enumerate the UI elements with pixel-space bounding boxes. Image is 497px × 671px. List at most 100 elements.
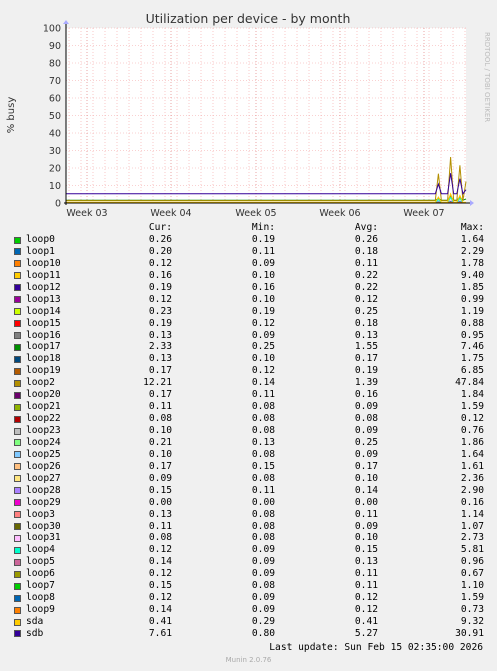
legend-min-value: 0.10 [251,269,275,281]
legend-swatch [14,260,21,268]
y-axis-label: % busy [6,97,17,134]
rrdtool-credit: RRDTOOL / TOBI OETIKER [483,32,491,122]
y-tick-label: 60 [49,94,61,105]
legend-avg-value: 0.25 [354,305,378,317]
legend-series-name: loop15 [26,317,61,329]
legend-max-value: 1.78 [460,257,484,269]
legend-cur-value: 0.11 [148,520,172,532]
munin-version: Munin 2.0.76 [225,656,272,664]
legend-series-name: loop17 [26,341,61,353]
legend-min-value: 0.09 [251,257,275,269]
legend-swatch [14,487,21,495]
legend-cur-value: 7.61 [148,627,172,639]
legend-cur-value: 12.21 [143,377,172,389]
legend-row: loop18 0.13 0.10 0.17 1.75 [0,353,497,365]
legend-avg-value: 0.15 [354,544,378,556]
legend-series-name: loop11 [26,269,61,281]
legend-series-name: loop31 [26,532,61,544]
legend-avg-value: 0.17 [354,353,378,365]
legend-row: loop26 0.17 0.15 0.17 1.61 [0,461,497,473]
chart-title: Utilization per device - by month [146,11,351,26]
legend-min-value: 0.19 [251,234,275,245]
legend-row: loop24 0.21 0.13 0.25 1.86 [0,437,497,449]
legend-row: loop20 0.17 0.11 0.16 1.84 [0,389,497,401]
legend-cur-value: 0.09 [148,472,172,484]
legend-avg-value: 0.10 [354,532,378,544]
legend-min-value: 0.00 [251,496,275,508]
legend-min-value: 0.11 [251,389,275,401]
legend-row: loop19 0.17 0.12 0.19 6.85 [0,365,497,377]
legend-swatch [14,570,21,578]
legend-cur-value: 0.13 [148,353,172,365]
legend-row: loop25 0.10 0.08 0.09 1.64 [0,449,497,461]
legend-avg-value: 0.25 [354,436,378,448]
legend-cur-value: 0.10 [148,448,172,460]
legend-row: loop29 0.00 0.00 0.00 0.16 [0,497,497,509]
legend-series-name: loop10 [26,257,61,269]
legend-max-value: 1.86 [460,436,484,448]
legend-min-value: 0.12 [251,365,275,377]
legend-swatch [14,451,21,459]
legend-swatch [14,248,21,256]
legend-row: loop11 0.16 0.10 0.22 9.40 [0,270,497,282]
legend-cur-value: 0.17 [148,389,172,401]
legend-row: loop15 0.19 0.12 0.18 0.88 [0,318,497,330]
legend-avg-value: 0.11 [354,580,378,592]
legend-avg-value: 0.19 [354,365,378,377]
legend-min-value: 0.08 [251,580,275,592]
legend-max-value: 2.36 [460,472,484,484]
y-tick-label: 100 [43,24,61,35]
legend-avg-value: 0.22 [354,269,378,281]
legend-min-value: 0.08 [251,448,275,460]
legend-cur-value: 0.12 [148,568,172,580]
legend-swatch [14,630,21,638]
legend-max-value: 2.73 [460,532,484,544]
legend-min-value: 0.11 [251,484,275,496]
legend-max-value: 0.88 [460,317,484,329]
legend-min-value: 0.10 [251,293,275,305]
legend-cur-value: 0.19 [148,317,172,329]
legend-row: loop30 0.11 0.08 0.09 1.07 [0,521,497,533]
legend-series-name: loop8 [26,592,55,604]
legend-swatch [14,499,21,507]
legend-avg-value: 0.12 [354,592,378,604]
legend-row: loop1 0.20 0.11 0.18 2.29 [0,246,497,258]
legend-min-value: 0.10 [251,353,275,365]
legend-row: loop23 0.10 0.08 0.09 0.76 [0,425,497,437]
legend-avg-value: 0.41 [354,616,378,627]
legend-max-value: 1.64 [460,448,484,460]
legend-swatch [14,582,21,590]
x-tick-label: Week 05 [235,208,276,219]
legend-cur-value: 0.08 [148,413,172,425]
legend-avg-value: 0.13 [354,329,378,341]
x-tick-label: Week 04 [150,208,191,219]
legend-series-name: loop25 [26,448,61,460]
legend-series-name: loop2 [26,377,55,389]
legend-cur-value: 0.12 [148,293,172,305]
legend-row: loop21 0.11 0.08 0.09 1.59 [0,401,497,413]
legend-avg-value: 0.00 [354,496,378,508]
legend-swatch [14,403,21,411]
legend-row: sdb 7.61 0.80 5.27 30.91 [0,628,497,640]
legend-avg-value: 0.09 [354,425,378,436]
legend-cur-value: 0.10 [148,425,172,436]
legend-swatch [14,523,21,530]
legend-swatch [14,284,21,292]
legend-series-name: loop19 [26,365,61,377]
legend-table: Cur: Min: Avg: Max: loop0 0.26 0.19 0.26 1.6… [0,222,497,640]
legend-max-value: 0.73 [460,604,484,616]
legend-series-name: loop28 [26,484,61,496]
legend-cur-value: 0.17 [148,460,172,472]
legend-series-name: loop22 [26,413,61,425]
legend-swatch [14,296,21,304]
legend-cur-value: 0.19 [148,281,172,293]
y-tick-label: 0 [55,199,61,210]
legend-max-value: 1.61 [460,460,484,472]
legend-series-name: loop0 [26,234,55,245]
legend-swatch [14,511,21,519]
legend-max-value: 5.81 [460,544,484,556]
y-tick-label: 40 [49,129,61,140]
legend-max-value: 2.29 [460,245,484,257]
legend-cur-value: 0.41 [148,616,172,627]
legend-series-name: loop27 [26,472,61,484]
